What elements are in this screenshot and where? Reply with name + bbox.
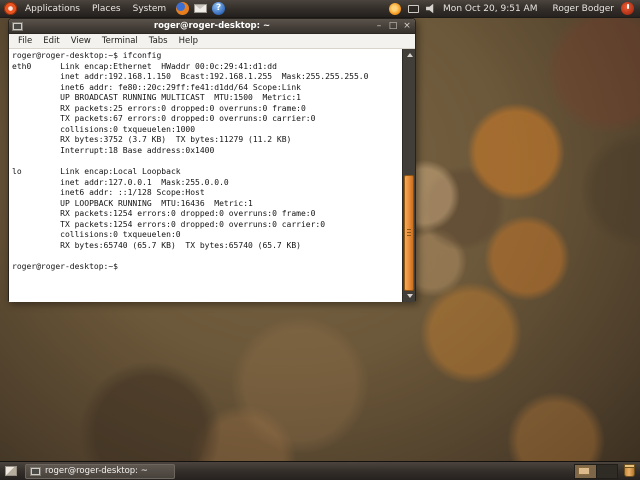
ubuntu-logo-icon[interactable] — [4, 2, 17, 15]
update-notifier-icon[interactable] — [389, 2, 402, 15]
workspace-2[interactable] — [596, 464, 617, 478]
minimize-button[interactable]: – — [374, 20, 384, 33]
terminal-screen[interactable]: roger@roger-desktop:~$ ifconfig eth0 Lin… — [9, 49, 415, 302]
close-button[interactable]: × — [402, 20, 412, 33]
taskbar-item-label: roger@roger-desktop: ~ — [45, 466, 148, 476]
menu-system[interactable]: System — [127, 0, 173, 18]
show-desktop-icon — [4, 466, 17, 476]
top-panel: Applications Places System ? Mon Oct 20,… — [0, 0, 640, 18]
menu-help[interactable]: Help — [174, 34, 203, 48]
menu-tabs[interactable]: Tabs — [144, 34, 173, 48]
clock[interactable]: Mon Oct 20, 9:51 AM — [443, 4, 537, 14]
menu-terminal[interactable]: Terminal — [97, 34, 143, 48]
user-switcher[interactable]: Roger Bodger — [552, 4, 614, 14]
window-titlebar[interactable]: roger@roger-desktop: ~ – □ × — [9, 19, 415, 34]
bottom-panel: roger@roger-desktop: ~ — [0, 461, 640, 480]
volume-icon[interactable] — [426, 3, 434, 14]
display-status-icon[interactable] — [408, 4, 420, 13]
workspace-window-thumb — [578, 466, 590, 475]
terminal-window-icon — [12, 21, 23, 31]
workspace-1[interactable] — [575, 464, 596, 478]
window-title: roger@roger-desktop: ~ — [153, 21, 271, 31]
menu-applications[interactable]: Applications — [19, 0, 86, 18]
maximize-button[interactable]: □ — [388, 20, 398, 33]
email-launcher-icon[interactable] — [194, 4, 208, 13]
menu-edit[interactable]: Edit — [38, 34, 64, 48]
scrollbar-thumb[interactable] — [404, 175, 414, 291]
terminal-menubar: File Edit View Terminal Tabs Help — [9, 34, 415, 49]
workspace-switcher — [574, 463, 618, 479]
terminal-window: roger@roger-desktop: ~ – □ × File Edit V… — [8, 18, 416, 302]
scroll-down-button[interactable] — [403, 290, 415, 302]
menu-view[interactable]: View — [66, 34, 96, 48]
trash-icon[interactable] — [624, 464, 635, 477]
arrow-up-icon — [406, 53, 413, 57]
scroll-up-button[interactable] — [403, 49, 415, 61]
arrow-down-icon — [406, 294, 413, 298]
terminal-scrollbar[interactable] — [402, 49, 415, 302]
firefox-launcher-icon[interactable] — [176, 2, 190, 15]
show-desktop-button[interactable] — [2, 464, 19, 479]
menu-places[interactable]: Places — [86, 0, 127, 18]
terminal-output: roger@roger-desktop:~$ ifconfig eth0 Lin… — [12, 51, 369, 271]
taskbar-item-terminal[interactable]: roger@roger-desktop: ~ — [25, 463, 175, 479]
menu-file[interactable]: File — [13, 34, 37, 48]
terminal-task-icon — [30, 466, 41, 476]
power-quit-icon[interactable] — [621, 2, 634, 15]
help-launcher-icon[interactable]: ? — [212, 2, 226, 15]
